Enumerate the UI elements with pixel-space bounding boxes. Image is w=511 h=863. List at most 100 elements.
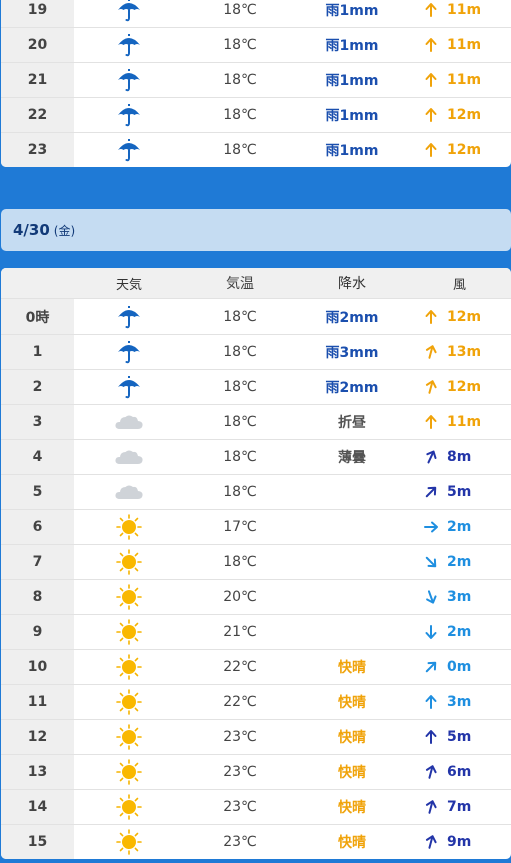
header-hour-cell (1, 268, 74, 298)
umbrella-icon (74, 305, 184, 329)
hour-cell: 23 (1, 133, 74, 167)
wind-arrow-icon (423, 554, 439, 570)
hour-cell: 19 (1, 0, 74, 27)
precip-cell: 快晴 (338, 800, 366, 816)
hour-cell: 7 (1, 545, 74, 579)
wind-arrow-icon (423, 344, 439, 360)
temp-cell: 18℃ (223, 1, 257, 18)
wind-arrow-icon (423, 519, 439, 535)
day-card: 天気 気温 降水 風 0時 18℃ 雨2mm 12m 1 18℃ 雨3mm 13m 2 18℃ 雨2… (1, 268, 511, 859)
header-precip: 降水 (338, 276, 366, 292)
table-row: 9 21℃ 2m (1, 614, 511, 649)
table-row: 0時 18℃ 雨2mm 12m (1, 299, 511, 334)
hour-cell: 13 (1, 755, 74, 789)
precip-cell: 雨1mm (325, 73, 379, 89)
wind-speed: 11m (447, 72, 482, 88)
wind-cell: 6m (408, 764, 511, 780)
temp-cell: 23℃ (223, 834, 257, 850)
wind-arrow-icon (423, 659, 439, 675)
wind-cell: 13m (408, 344, 511, 360)
wind-arrow-icon (423, 484, 439, 500)
hour-cell: 2 (1, 370, 74, 404)
temp-cell: 22℃ (223, 659, 257, 675)
hour-cell: 5 (1, 475, 74, 509)
umbrella-icon (74, 33, 184, 57)
wind-arrow-icon (423, 107, 439, 123)
sun-icon (74, 549, 184, 575)
precip-cell: 快晴 (338, 730, 366, 746)
wind-speed: 5m (447, 729, 472, 745)
wind-speed: 3m (447, 589, 472, 605)
day-rows: 0時 18℃ 雨2mm 12m 1 18℃ 雨3mm 13m 2 18℃ 雨2mm 12m 3 18℃ 折昼… (1, 299, 511, 859)
wind-arrow-icon (423, 764, 439, 780)
sun-icon (74, 514, 184, 540)
header-weather: 天気 (115, 277, 142, 293)
wind-speed: 0m (447, 659, 472, 675)
sun-icon (74, 584, 184, 610)
temp-cell: 23℃ (223, 764, 257, 780)
precip-cell: 雨1mm (325, 38, 379, 54)
table-header: 天気 気温 降水 風 (1, 268, 511, 299)
wind-cell: 11m (408, 37, 511, 53)
table-row: 5 18℃ 5m (1, 474, 511, 509)
precip-cell: 雨1mm (325, 108, 379, 124)
wind-arrow-icon (423, 2, 439, 18)
header-wind: 風 (452, 277, 466, 293)
table-row: 23 18℃ 雨1mm 12m (1, 132, 511, 167)
temp-cell: 18℃ (223, 142, 257, 158)
wind-cell: 11m (408, 2, 511, 18)
temp-cell: 18℃ (223, 414, 257, 430)
wind-arrow-icon (423, 37, 439, 53)
precip-cell: 雨3mm (325, 345, 379, 361)
sun-icon (74, 689, 184, 715)
wind-speed: 11m (447, 37, 482, 53)
wind-speed: 6m (447, 764, 472, 780)
table-row: 3 18℃ 折昼 11m (1, 404, 511, 439)
table-row: 21 18℃ 雨1mm 11m (1, 62, 511, 97)
table-row: 1 18℃ 雨3mm 13m (1, 334, 511, 369)
temp-cell: 18℃ (223, 554, 257, 570)
wind-speed: 3m (447, 694, 472, 710)
date-banner: 4/30 (金) (1, 209, 511, 251)
sun-icon (74, 759, 184, 785)
hour-cell: 22 (1, 98, 74, 132)
wind-speed: 7m (447, 799, 472, 815)
hour-cell: 14 (1, 790, 74, 824)
wind-cell: 11m (408, 414, 511, 430)
wind-arrow-icon (423, 729, 439, 745)
table-row: 10 22℃ 快晴 0m (1, 649, 511, 684)
hour-cell: 20 (1, 28, 74, 62)
temp-cell: 18℃ (223, 37, 257, 53)
precip-cell: 雨2mm (325, 380, 379, 396)
umbrella-icon (74, 375, 184, 399)
wind-speed: 5m (447, 484, 472, 500)
temp-cell: 18℃ (223, 72, 257, 88)
temp-cell: 18℃ (223, 107, 257, 123)
hour-cell: 11 (1, 685, 74, 719)
wind-arrow-icon (423, 414, 439, 430)
wind-cell: 11m (408, 72, 511, 88)
wind-cell: 12m (408, 142, 511, 158)
hour-cell: 3 (1, 405, 74, 439)
sun-icon (74, 724, 184, 750)
hour-cell: 0時 (1, 299, 74, 334)
wind-cell: 9m (408, 834, 511, 850)
precip-cell: 折昼 (338, 415, 366, 431)
table-row: 8 20℃ 3m (1, 579, 511, 614)
umbrella-icon (74, 340, 184, 364)
umbrella-icon (74, 103, 184, 127)
hour-cell: 15 (1, 825, 74, 859)
table-row: 20 18℃ 雨1mm 11m (1, 27, 511, 62)
temp-cell: 23℃ (223, 729, 257, 745)
umbrella-icon (74, 0, 184, 22)
wind-cell: 8m (408, 449, 511, 465)
temp-cell: 18℃ (223, 484, 257, 500)
temp-cell: 17℃ (223, 519, 257, 535)
wind-speed: 12m (447, 142, 482, 158)
hour-cell: 8 (1, 580, 74, 614)
sun-icon (74, 654, 184, 680)
wind-speed: 2m (447, 519, 472, 535)
umbrella-icon (74, 68, 184, 92)
hour-cell: 6 (1, 510, 74, 544)
wind-arrow-icon (423, 449, 439, 465)
